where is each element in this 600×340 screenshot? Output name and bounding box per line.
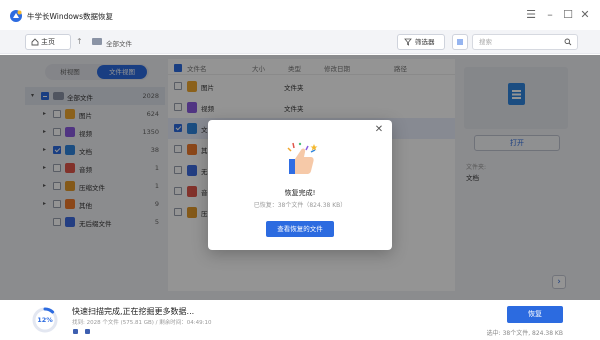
app-title: 牛学长Windows数据恢复 bbox=[27, 12, 113, 21]
scan-status-title: 快速扫描完成,正在挖掘更多数据... bbox=[72, 307, 195, 316]
filter-icon bbox=[404, 38, 412, 46]
maximize-icon[interactable]: ☐ bbox=[560, 7, 576, 23]
list-icon bbox=[457, 39, 463, 45]
search-input[interactable]: 搜索 bbox=[472, 34, 578, 50]
nav-bar: 主页 ↑ 全部文件 筛选器 搜索 bbox=[0, 30, 600, 54]
menu-icon[interactable]: ☰ bbox=[523, 7, 539, 23]
close-window-icon[interactable]: ✕ bbox=[577, 7, 593, 23]
up-arrow-icon[interactable]: ↑ bbox=[76, 37, 83, 46]
dialog-subtitle: 已恢复：38个文件（824.38 KB） bbox=[253, 202, 347, 209]
app-logo-icon bbox=[10, 10, 22, 22]
selected-files-info: 选中: 38个文件, 824.38 KB bbox=[486, 330, 563, 337]
home-icon bbox=[31, 38, 39, 46]
progress-percent: 12% bbox=[37, 316, 53, 324]
minimize-icon[interactable]: – bbox=[542, 7, 558, 23]
dialog-title: 恢复完成! bbox=[284, 189, 316, 197]
search-icon bbox=[564, 38, 572, 46]
thumbs-up-illustration-icon bbox=[287, 142, 318, 174]
filter-button[interactable]: 筛选器 bbox=[397, 34, 445, 50]
pause-icon[interactable] bbox=[73, 329, 78, 334]
stop-icon[interactable] bbox=[85, 329, 90, 334]
list-view-button[interactable] bbox=[452, 34, 468, 50]
home-label: 主页 bbox=[41, 38, 55, 46]
search-placeholder: 搜索 bbox=[479, 38, 492, 46]
title-bar: 牛学长Windows数据恢复 ☰ – ☐ ✕ bbox=[0, 0, 600, 30]
breadcrumb: 全部文件 bbox=[106, 40, 132, 48]
scan-status-info: 找到: 2028 个文件 (575.81 GB) / 剩余时间：04:49:10 bbox=[72, 320, 212, 326]
filter-label: 筛选器 bbox=[415, 38, 435, 46]
view-recovered-files-button[interactable]: 查看恢复的文件 bbox=[266, 221, 334, 237]
status-bar: 12% 快速扫描完成,正在挖掘更多数据... 找到: 2028 个文件 (575… bbox=[0, 300, 600, 340]
home-button[interactable]: 主页 bbox=[25, 34, 71, 50]
recover-button[interactable]: 恢复 bbox=[507, 306, 563, 323]
recovery-complete-dialog: ✕ 恢复完成! 已恢复：38个文件（824.38 KB） 查看恢复的文件 bbox=[208, 120, 392, 250]
drive-icon bbox=[92, 38, 102, 45]
close-icon[interactable]: ✕ bbox=[373, 124, 385, 136]
